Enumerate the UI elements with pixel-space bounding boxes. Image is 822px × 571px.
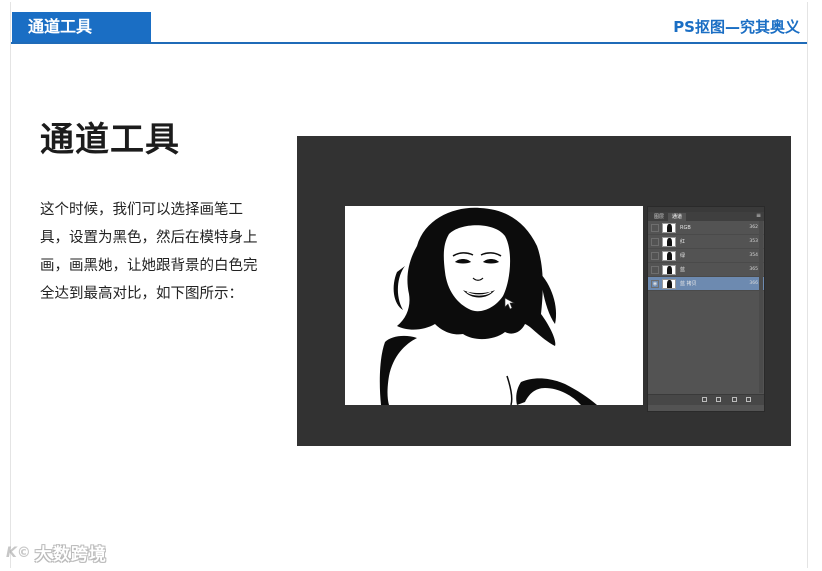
visibility-toggle[interactable] (651, 237, 659, 246)
course-title: PS抠图—究其奥义 (673, 18, 800, 36)
load-selection-icon[interactable] (702, 397, 707, 402)
channels-panel: 图层 通道 ≡ RGB 362 红 353 绿 354 蓝 365 ◉ 蓝 拷贝… (647, 206, 765, 412)
channel-thumbnail (662, 250, 676, 261)
channel-thumbnail (662, 278, 676, 289)
tab-channels[interactable]: 通道 (668, 213, 687, 221)
channel-row-blue[interactable]: 蓝 365 (648, 263, 764, 277)
channel-row-red[interactable]: 红 353 (648, 235, 764, 249)
visibility-toggle[interactable] (651, 265, 659, 274)
channel-row-rgb[interactable]: RGB 362 (648, 221, 764, 235)
eye-icon[interactable]: ◉ (651, 279, 659, 288)
channel-row-green[interactable]: 绿 354 (648, 249, 764, 263)
channel-name: 蓝 拷贝 (680, 281, 697, 287)
channel-name: RGB (680, 224, 691, 231)
channel-shortcut: 366 (749, 281, 758, 286)
model-silhouette-image (345, 206, 643, 405)
panel-menu-icon[interactable]: ≡ (756, 213, 761, 219)
watermark-text: 大数跨境 (34, 545, 107, 565)
visibility-toggle[interactable] (651, 251, 659, 260)
channel-thumbnail (662, 222, 676, 233)
photoshop-screenshot: 图层 通道 ≡ RGB 362 红 353 绿 354 蓝 365 ◉ 蓝 拷贝… (297, 136, 791, 446)
channel-name: 红 (680, 239, 686, 245)
channel-shortcut: 365 (749, 267, 758, 272)
channel-shortcut: 362 (749, 225, 758, 230)
save-selection-icon[interactable] (716, 397, 721, 402)
channel-row-blue-copy[interactable]: ◉ 蓝 拷贝 366 (648, 277, 764, 291)
channel-shortcut: 353 (749, 239, 758, 244)
image-canvas (345, 206, 643, 405)
visibility-toggle[interactable] (651, 223, 659, 232)
tab-layers[interactable]: 图层 (650, 213, 668, 221)
new-channel-icon[interactable] (732, 397, 737, 402)
page-title: 通道工具 (40, 120, 180, 160)
channel-thumbnail (662, 236, 676, 247)
watermark: K© 大数跨境 (6, 540, 107, 566)
delete-channel-icon[interactable] (746, 397, 751, 402)
channel-thumbnail (662, 264, 676, 275)
panel-scrollbar[interactable] (759, 221, 763, 393)
header-section-tab: 通道工具 (12, 12, 151, 42)
channel-shortcut: 354 (749, 253, 758, 258)
description-text: 这个时候，我们可以选择画笔工具，设置为黑色，然后在模特身上画，画黑她，让她跟背景… (40, 202, 258, 302)
header-divider (11, 42, 807, 44)
watermark-logo: K© (6, 544, 31, 561)
channel-name: 蓝 (680, 267, 686, 273)
channel-name: 绿 (680, 253, 686, 259)
panel-footer-toolbar (648, 394, 764, 405)
panel-tabs: 图层 通道 ≡ (648, 212, 764, 221)
